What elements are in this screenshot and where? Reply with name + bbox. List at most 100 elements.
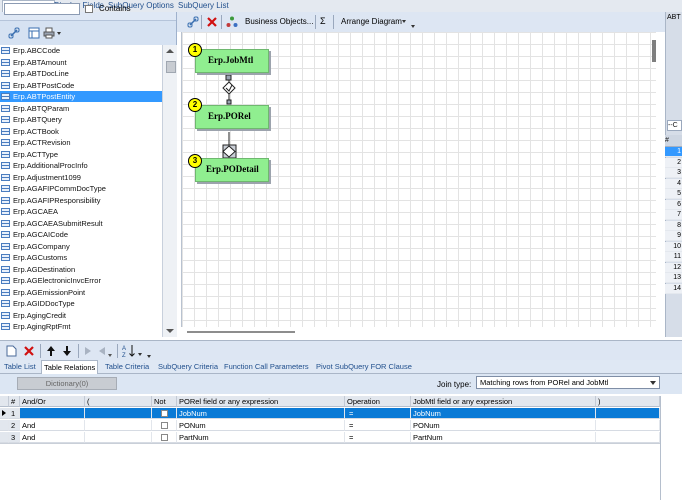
- table-list-item[interactable]: Erp.ABTAmount: [0, 57, 162, 68]
- cell-jobmtl-field[interactable]: PartNum: [411, 432, 596, 443]
- grid-view-icon[interactable]: [28, 27, 40, 39]
- right-grid-row[interactable]: 3: [665, 168, 682, 178]
- cell-jobmtl-field[interactable]: JobNum: [411, 408, 596, 419]
- tab-subquery-criteria[interactable]: SubQuery Criteria: [156, 360, 220, 373]
- cell-porel-field[interactable]: JobNum: [177, 408, 345, 419]
- table-list-item[interactable]: Erp.AGEmissionPoint: [0, 287, 162, 298]
- scroll-down-icon[interactable]: [166, 329, 174, 333]
- scroll-up-icon[interactable]: [166, 49, 174, 53]
- table-list-item[interactable]: Erp.AGCAEASubmitResult: [0, 218, 162, 229]
- table-list-item[interactable]: Erp.ABTDocLine: [0, 68, 162, 79]
- table-list-item[interactable]: Erp.AGElectronicInvcError: [0, 275, 162, 286]
- cell-operation[interactable]: =: [345, 420, 411, 431]
- table-list-item[interactable]: Erp.Adjustment1099: [0, 172, 162, 183]
- right-grid-row[interactable]: 10: [665, 241, 682, 252]
- grid-header-jobmtl-field[interactable]: JobMtl field or any expression: [411, 396, 596, 407]
- sigma-button[interactable]: Σ: [320, 16, 326, 26]
- delete-icon[interactable]: [23, 345, 35, 357]
- table-list-item[interactable]: Erp.ACTRevision: [0, 137, 162, 148]
- cell-jobmtl-field[interactable]: PONum: [411, 420, 596, 431]
- cell-porel-field[interactable]: PartNum: [177, 432, 345, 443]
- toolbar-overflow-icon[interactable]: [411, 25, 415, 28]
- table-list-item[interactable]: Erp.ABTPostEntity: [0, 91, 162, 102]
- grid-header-left-paren[interactable]: (: [85, 396, 152, 407]
- move-up-icon[interactable]: [46, 345, 56, 357]
- right-grid-row[interactable]: 5: [665, 189, 682, 199]
- business-objects-button[interactable]: Business Objects...: [245, 17, 313, 26]
- toolbar-overflow-icon[interactable]: [147, 355, 151, 358]
- table-list-item[interactable]: Erp.AGAFIPCommDocType: [0, 183, 162, 194]
- right-grid-row[interactable]: 11: [665, 252, 682, 262]
- grid-header-right-paren[interactable]: ): [596, 396, 660, 407]
- table-search-input[interactable]: [4, 3, 80, 15]
- not-checkbox[interactable]: [161, 422, 168, 429]
- scroll-thumb[interactable]: [166, 61, 176, 73]
- table-list-item[interactable]: Erp.ABTQParam: [0, 103, 162, 114]
- table-list-item[interactable]: Erp.ACTBook: [0, 126, 162, 137]
- table-list-item[interactable]: Erp.AGIDDocType: [0, 298, 162, 309]
- right-grid-row[interactable]: 4: [665, 178, 682, 189]
- diagram-canvas[interactable]: Erp.JobMtl 1 Erp.PORel 2 Erp.PODetail 3: [181, 32, 656, 327]
- grid-header-and-or[interactable]: And/Or: [20, 396, 85, 407]
- join-type-select[interactable]: Matching rows from PORel and JobMtl: [476, 376, 660, 389]
- cell-operation[interactable]: =: [345, 408, 411, 419]
- diagram-node-jobmtl[interactable]: Erp.JobMtl: [195, 49, 269, 73]
- right-grid-row[interactable]: 13: [665, 273, 682, 283]
- table-list-item[interactable]: Erp.ABCCode: [0, 45, 162, 56]
- new-icon[interactable]: [6, 345, 17, 357]
- right-grid-row[interactable]: 2: [665, 157, 682, 168]
- cell-not[interactable]: [152, 408, 177, 419]
- table-list-item[interactable]: Erp.AdditionalProcInfo: [0, 160, 162, 171]
- dictionary-button[interactable]: Dictionary(0): [17, 377, 117, 390]
- cell-left-paren[interactable]: [85, 408, 152, 419]
- tab-function-call-parameters[interactable]: Function Call Parameters: [222, 360, 311, 373]
- cell-right-paren[interactable]: [596, 432, 660, 443]
- arrange-dropdown-icon[interactable]: [402, 20, 406, 23]
- diagram-node-porel[interactable]: Erp.PORel: [195, 105, 269, 129]
- cell-operation[interactable]: =: [345, 432, 411, 443]
- indent-left-icon[interactable]: [98, 346, 106, 356]
- diagram-horizontal-scrollbar[interactable]: [181, 327, 655, 337]
- indent-right-icon[interactable]: [84, 346, 92, 356]
- sort-dropdown-icon[interactable]: [138, 353, 142, 356]
- table-list-item[interactable]: Erp.ABTPostCode: [0, 80, 162, 91]
- table-list-item[interactable]: Erp.ACTType: [0, 149, 162, 160]
- row-num[interactable]: 2: [9, 420, 20, 431]
- grid-header-porel-field[interactable]: PORel field or any expression: [177, 396, 345, 407]
- link-icon[interactable]: [8, 27, 20, 39]
- cell-not[interactable]: [152, 432, 177, 443]
- print-icon[interactable]: [43, 27, 55, 39]
- tab-table-relations[interactable]: Table Relations: [41, 360, 99, 374]
- tab-subquery-list[interactable]: SubQuery List: [175, 0, 232, 12]
- print-dropdown-icon[interactable]: [57, 32, 61, 35]
- business-objects-icon[interactable]: [226, 16, 238, 28]
- right-grid-row[interactable]: 7: [665, 210, 682, 220]
- cell-not[interactable]: [152, 420, 177, 431]
- tab-table-criteria[interactable]: Table Criteria: [103, 360, 151, 373]
- not-checkbox[interactable]: [161, 434, 168, 441]
- cell-porel-field[interactable]: PONum: [177, 420, 345, 431]
- table-list-item[interactable]: Erp.AGDestination: [0, 264, 162, 275]
- delete-icon[interactable]: [206, 16, 218, 28]
- contains-checkbox[interactable]: [85, 5, 93, 13]
- cell-and-or[interactable]: [20, 408, 85, 419]
- right-grid-row[interactable]: 12: [665, 262, 682, 273]
- table-list-item[interactable]: Erp.AGAFIPResponsibility: [0, 195, 162, 206]
- sort-az-icon[interactable]: A Z: [122, 344, 136, 358]
- right-grid-row[interactable]: 14: [665, 283, 682, 294]
- table-list-item[interactable]: Erp.AGCompany: [0, 241, 162, 252]
- cell-left-paren[interactable]: [85, 432, 152, 443]
- tab-pivot-subquery-for-clause[interactable]: Pivot SubQuery FOR Clause: [314, 360, 414, 373]
- indent-dropdown-icon[interactable]: [108, 354, 112, 357]
- diagram-node-podetail[interactable]: Erp.PODetail: [195, 158, 269, 182]
- right-grid-row[interactable]: 8: [665, 220, 682, 231]
- arrange-diagram-button[interactable]: Arrange Diagram: [341, 17, 402, 26]
- tab-table-list[interactable]: Table List: [2, 360, 38, 373]
- cell-right-paren[interactable]: [596, 408, 660, 419]
- cell-right-paren[interactable]: [596, 420, 660, 431]
- row-num[interactable]: 3: [9, 432, 20, 443]
- right-grid-row[interactable]: 1: [665, 147, 682, 157]
- right-grid-row[interactable]: 6: [665, 199, 682, 210]
- link-icon[interactable]: [187, 16, 199, 28]
- move-down-icon[interactable]: [62, 345, 72, 357]
